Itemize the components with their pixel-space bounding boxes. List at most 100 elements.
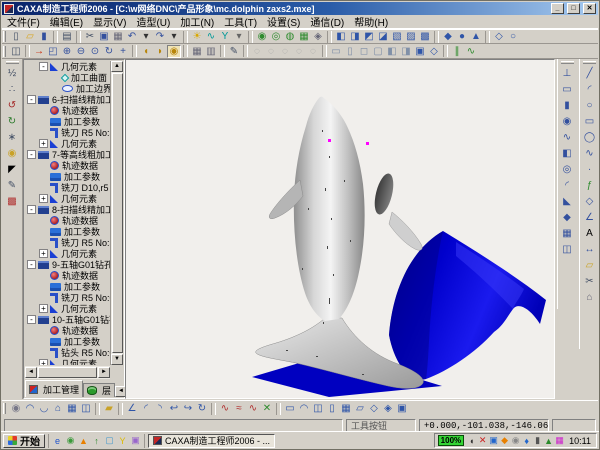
tree-vertical-scrollbar[interactable]: ▲ ▼ (110, 61, 123, 365)
point-toggle-icon[interactable]: ∴ (4, 82, 21, 98)
disabled-tool-icon-3[interactable]: ◌ (278, 45, 292, 58)
surface-house-icon[interactable]: ⌂ (51, 402, 65, 415)
text-tool-icon[interactable]: A (581, 226, 598, 242)
simulate-icon-3[interactable]: ◍ (283, 30, 297, 43)
tree-expand-toggle[interactable]: - (27, 95, 36, 104)
solid-tool-icon-8[interactable]: ◇ (427, 45, 441, 58)
surf-dome-icon[interactable]: ◠ (297, 402, 311, 415)
antivirus-icon[interactable]: ✕ (477, 435, 488, 446)
loft-icon[interactable]: ◧ (559, 146, 576, 162)
chamfer-icon[interactable]: ◣ (559, 194, 576, 210)
loop-right-icon[interactable]: ↪ (181, 402, 195, 415)
stamp-tool-icon[interactable]: ⌂ (581, 290, 598, 306)
eraser-tool-icon[interactable]: ▱ (581, 258, 598, 274)
projection-tool-icon[interactable]: ∠ (581, 210, 598, 226)
open-file-icon[interactable]: ▱ (23, 30, 37, 43)
surf-diamond2-icon[interactable]: ◈ (381, 402, 395, 415)
curve-red-icon-3[interactable]: ∿ (246, 402, 260, 415)
formula-curve-icon[interactable]: ƒ (581, 178, 598, 194)
show-desktop-icon[interactable]: ↑ (90, 436, 103, 446)
solid-tool-icon-4[interactable]: ▢ (371, 45, 385, 58)
redo-dropdown-icon[interactable]: ▾ (167, 30, 181, 43)
solid-tool-icon-3[interactable]: ◻ (357, 45, 371, 58)
menu-item[interactable]: 显示(V) (88, 14, 131, 29)
post-process-icon[interactable]: ◈ (311, 30, 325, 43)
surf-diamond-icon[interactable]: ◇ (367, 402, 381, 415)
revolve-icon[interactable]: ◉ (559, 114, 576, 130)
simulate-icon-1[interactable]: ◉ (255, 30, 269, 43)
safety-icon[interactable]: ▲ (543, 436, 554, 446)
tree-expand-toggle[interactable]: + (39, 194, 48, 203)
toolpath-icon-3[interactable]: ◩ (362, 30, 376, 43)
minimize-button[interactable]: _ (551, 3, 564, 14)
surf-slab-icon[interactable]: ▱ (353, 402, 367, 415)
ime-icon[interactable]: ▦ (554, 435, 565, 446)
curve-red-icon-2[interactable]: ≈ (232, 402, 246, 415)
undo-view-icon[interactable]: ↺ (4, 98, 21, 114)
menu-item[interactable]: 设置(S) (262, 14, 305, 29)
zoom-out-icon[interactable]: ⊖ (74, 45, 88, 58)
dolphin-body[interactable] (294, 97, 365, 321)
undo-dropdown-icon[interactable]: ▾ (139, 30, 153, 43)
toolbar-grip[interactable] (561, 61, 574, 64)
panel-tab[interactable]: 层 (83, 383, 115, 397)
toolbar-grip[interactable] (3, 46, 6, 57)
scroll-left-icon[interactable]: ◄ (25, 367, 37, 378)
toolpath-icon-1[interactable]: ◧ (334, 30, 348, 43)
arc-tool-icon[interactable]: ◜ (581, 82, 598, 98)
paste-icon[interactable]: ▦ (111, 30, 125, 43)
spline-tool-icon[interactable]: ∿ (581, 146, 598, 162)
toolpath-icon-2[interactable]: ◨ (348, 30, 362, 43)
simulate-icon-2[interactable]: ◎ (269, 30, 283, 43)
scrollbar-thumb[interactable] (112, 73, 123, 353)
dolphin-right-fin[interactable] (389, 212, 422, 250)
menu-item[interactable]: 帮助(H) (349, 14, 393, 29)
start-button[interactable]: 开始 (3, 434, 45, 448)
rotate-loop-icon[interactable]: ↻ (195, 402, 209, 415)
solid-tool-icon-2[interactable]: ▯ (343, 45, 357, 58)
redo-view-icon[interactable]: ↻ (4, 114, 21, 130)
spline-draw-icon[interactable]: ∿ (464, 45, 478, 58)
surface-window-icon[interactable]: ◫ (79, 402, 93, 415)
verify-icon-2[interactable]: ● (455, 30, 469, 43)
simulate-icon-4[interactable]: ▦ (297, 30, 311, 43)
cascade-windows-icon[interactable]: ▦ (190, 45, 204, 58)
menu-item[interactable]: 编辑(E) (45, 14, 88, 29)
tree-expand-toggle[interactable]: + (39, 139, 48, 148)
network-icon[interactable]: ▣ (488, 435, 499, 446)
render-sun-icon[interactable]: ☀ (190, 30, 204, 43)
surf-rect-icon[interactable]: ▭ (283, 402, 297, 415)
print-icon[interactable]: ▤ (60, 30, 74, 43)
new-file-icon[interactable]: ▯ (9, 30, 23, 43)
tree-expand-toggle[interactable]: - (27, 315, 36, 324)
mail-icon[interactable]: ◉ (64, 435, 77, 446)
coord-toggle-icon[interactable]: ½ (4, 66, 21, 82)
move-view-icon[interactable]: + (116, 45, 130, 58)
tree-expand-toggle[interactable]: - (27, 205, 36, 214)
verify-icon-3[interactable]: ▲ (469, 30, 483, 43)
menu-item[interactable]: 造型(U) (131, 14, 175, 29)
verify-icon-1[interactable]: ◆ (441, 30, 455, 43)
menu-item[interactable]: 通信(D) (305, 14, 349, 29)
hole-icon[interactable]: ◎ (559, 162, 576, 178)
display-hidden-icon[interactable]: ◗ (153, 45, 167, 58)
mirror-icon[interactable]: ◫ (559, 242, 576, 258)
sweep-icon[interactable]: ∿ (559, 130, 576, 146)
zoom-window-icon[interactable]: ◰ (46, 45, 60, 58)
pan-view-icon[interactable]: → (32, 45, 46, 58)
sync-icon[interactable]: ♦ (521, 436, 532, 446)
disabled-tool-icon-1[interactable]: ◌ (250, 45, 264, 58)
curve-red-icon-1[interactable]: ∿ (218, 402, 232, 415)
qq-icon[interactable]: ▲ (77, 436, 90, 446)
scrollbar-thumb[interactable] (38, 367, 97, 378)
app-logo-icon[interactable] (4, 4, 14, 14)
toolbar-grip[interactable] (583, 61, 596, 64)
update-icon[interactable]: ◆ (499, 435, 510, 446)
ac-power-icon[interactable]: ◖ (466, 436, 477, 446)
tree-expand-toggle[interactable]: + (39, 304, 48, 313)
toolbar-grip[interactable] (3, 31, 6, 42)
fillet-icon[interactable]: ◜ (559, 178, 576, 194)
machine-icon-1[interactable]: ◇ (492, 30, 506, 43)
menu-item[interactable]: 文件(F) (2, 14, 45, 29)
dimension-tool-icon[interactable]: ↔ (581, 242, 598, 258)
